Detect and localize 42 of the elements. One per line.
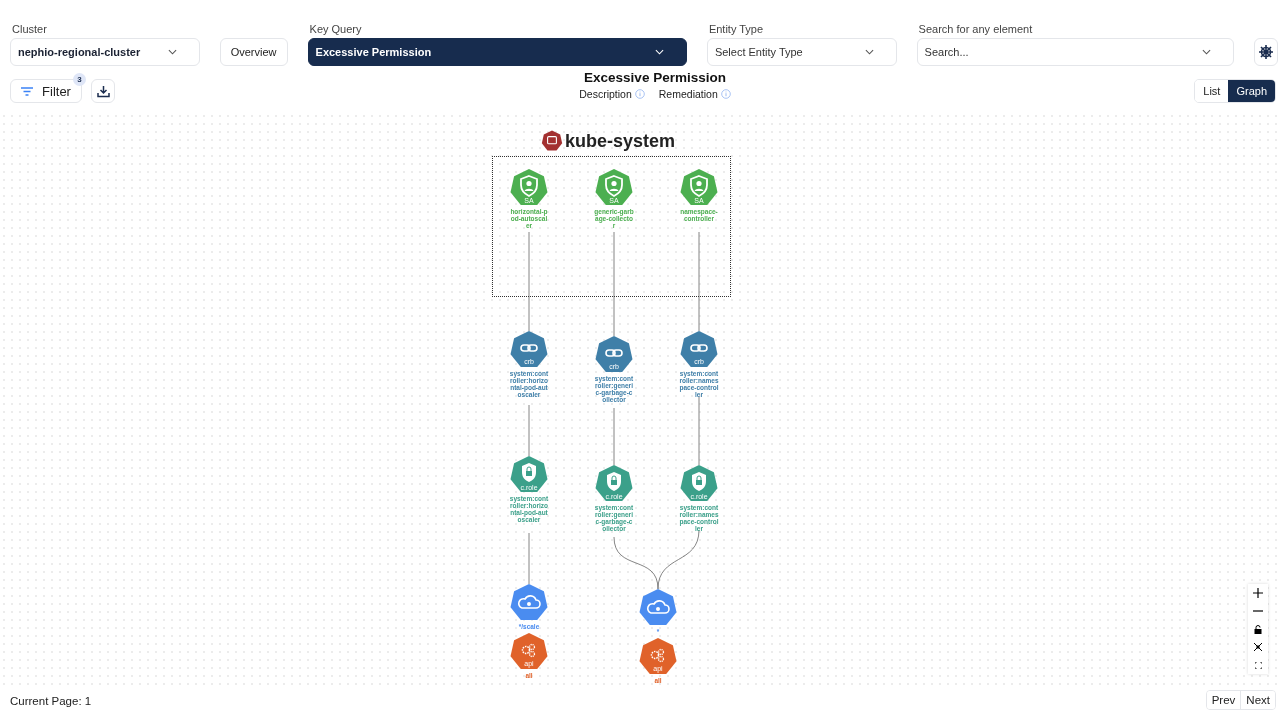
filter-icon xyxy=(21,86,34,96)
fullscreen-icon xyxy=(1254,661,1262,669)
info-link[interactable]: Remediation xyxy=(658,88,718,100)
download-button[interactable] xyxy=(91,79,115,103)
info-link[interactable]: Description xyxy=(579,88,632,100)
current-page-label: Current Page: 1 xyxy=(10,695,92,707)
info-icon xyxy=(634,89,645,99)
overview-button[interactable]: Overview xyxy=(219,38,288,66)
pagination-button[interactable]: Next xyxy=(1240,691,1275,709)
namespace-name: kube-system xyxy=(565,130,676,152)
page-title: Excessive Permission xyxy=(584,70,726,85)
edge-line xyxy=(657,529,700,590)
download-icon xyxy=(96,84,110,98)
zoom-in-button[interactable] xyxy=(1248,584,1268,602)
view-toggle-tab[interactable]: Graph xyxy=(1228,80,1275,102)
edge-line xyxy=(528,404,530,457)
helm-wheel-button[interactable] xyxy=(1254,38,1278,66)
edge-line xyxy=(613,536,659,590)
lock-icon xyxy=(1254,624,1262,634)
chevron-down-icon xyxy=(654,49,664,55)
edge-line xyxy=(698,396,700,466)
edge-line xyxy=(613,407,615,466)
chevron-down-icon xyxy=(167,49,177,55)
field-label: Key Query xyxy=(308,23,363,35)
resource-node[interactable] xyxy=(509,583,549,623)
namespace-icon xyxy=(541,130,563,152)
field-label: Search for any element xyxy=(917,23,1034,35)
key-query-select[interactable]: Excessive Permission xyxy=(307,38,687,66)
edge-line xyxy=(528,532,530,585)
fit-view-icon xyxy=(1254,643,1262,651)
entity-type-select[interactable]: Select Entity Type xyxy=(706,38,897,66)
resource-node[interactable] xyxy=(638,588,678,628)
field-label: Entity Type xyxy=(707,23,765,35)
plus-icon xyxy=(1253,588,1263,598)
info-icon xyxy=(720,89,731,99)
filter-count-badge: 3 xyxy=(73,73,86,86)
helm-wheel-icon xyxy=(1258,44,1274,60)
cluster-select[interactable]: nephio-regional-cluster xyxy=(10,38,200,66)
field-label: Cluster xyxy=(11,23,48,35)
search-field[interactable]: Search... xyxy=(916,38,1234,66)
chevron-down-icon xyxy=(1202,49,1211,55)
chevron-down-icon xyxy=(864,49,874,55)
